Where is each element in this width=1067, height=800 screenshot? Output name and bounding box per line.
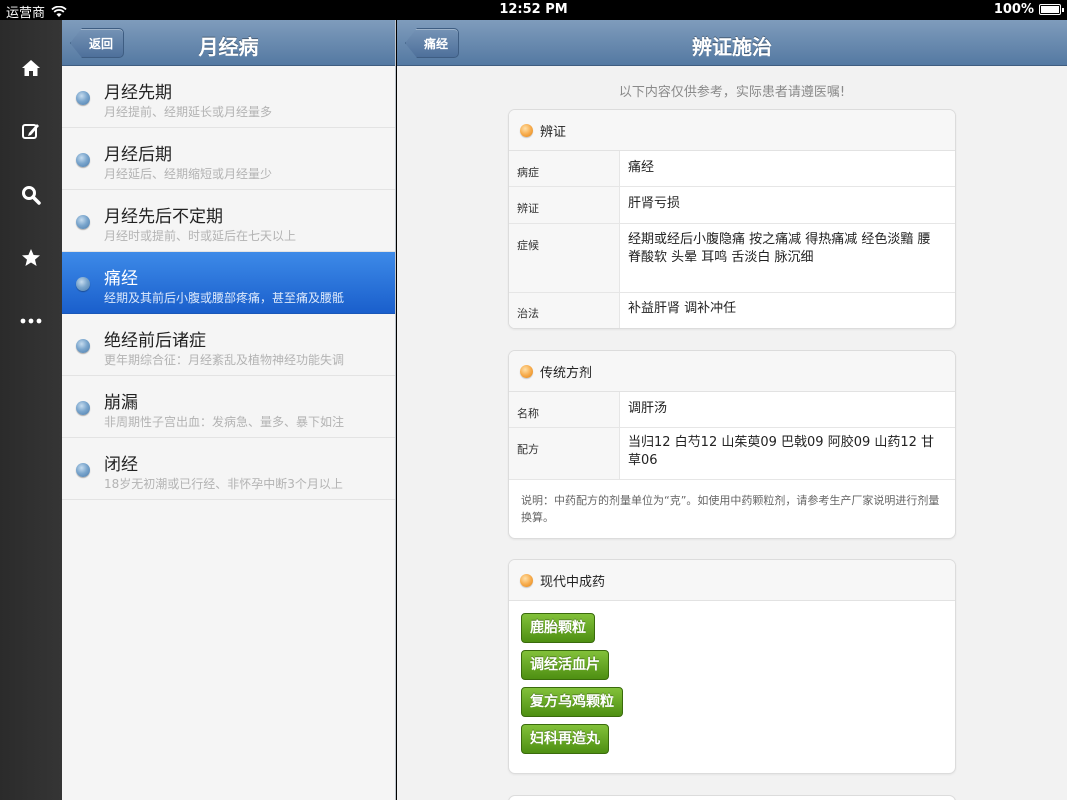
list-item-title: 痛经 bbox=[104, 269, 138, 289]
section-bullet-icon bbox=[520, 573, 533, 587]
kv-value: 当归12 白芍12 山茱萸09 巴戟09 阿胶09 山药12 甘草06 bbox=[628, 435, 935, 468]
detail-panel: 痛经 辨证施治 以下内容仅供参考，实际患者请遵医嘱! 辨证 病症 痛经 辨证 肝… bbox=[397, 20, 1067, 800]
kv-value: 补益肝肾 调补冲任 bbox=[628, 301, 737, 316]
dock-home-button[interactable] bbox=[0, 48, 62, 88]
list-item-title: 崩漏 bbox=[104, 393, 138, 413]
kv-value: 经期或经后小腹隐痛 按之痛减 得热痛减 经色淡黯 腰脊酸软 头晕 耳鸣 舌淡白 … bbox=[628, 232, 931, 265]
list-item-subtitle: 更年期综合征：月经紊乱及植物神经功能失调 bbox=[104, 353, 345, 367]
list-item-selected[interactable]: 痛经 经期及其前后小腹或腰部疼痛，甚至痛及腰骶 bbox=[62, 252, 395, 314]
bullet-icon bbox=[76, 91, 90, 105]
kv-row: 配方 当归12 白芍12 山茱萸09 巴戟09 阿胶09 山药12 甘草06 bbox=[509, 428, 955, 480]
bullet-icon bbox=[76, 153, 90, 167]
list-item-subtitle: 月经延后、经期缩短或月经量少 bbox=[104, 167, 273, 181]
search-icon bbox=[22, 186, 41, 205]
kv-row: 病症 痛经 bbox=[509, 151, 955, 187]
kv-key: 病症 bbox=[509, 151, 620, 186]
disease-list: 月经先期 月经提前、经期延长或月经量多 月经后期 月经延后、经期缩短或月经量少 … bbox=[62, 66, 395, 500]
bullet-icon bbox=[76, 401, 90, 415]
battery-status: 100% bbox=[993, 2, 1064, 17]
list-item[interactable]: 闭经 18岁无初潮或已行经、非怀孕中断3个月以上 bbox=[62, 438, 395, 500]
bullet-icon bbox=[76, 463, 90, 477]
star-icon bbox=[22, 249, 40, 266]
list-item[interactable]: 月经先后不定期 月经时或提前、时或延后在七天以上 bbox=[62, 190, 395, 252]
card-header: 现代中成药 bbox=[509, 560, 955, 601]
battery-icon bbox=[1039, 4, 1064, 15]
section-bullet-icon bbox=[520, 364, 533, 378]
list-item-title: 闭经 bbox=[104, 455, 138, 475]
status-bar: 运营商 12:52 PM 100% bbox=[0, 0, 1067, 21]
dock-favorites-button[interactable] bbox=[0, 238, 62, 278]
kv-value: 肝肾亏损 bbox=[628, 196, 681, 211]
disclaimer-text: 以下内容仅供参考，实际患者请遵医嘱! bbox=[618, 85, 846, 100]
formula-card: 传统方剂 名称 调肝汤 配方 当归12 白芍12 山茱萸09 巴戟09 阿胶09… bbox=[508, 350, 956, 539]
dock-edit-button[interactable] bbox=[0, 111, 62, 151]
kv-key: 治法 bbox=[509, 293, 620, 328]
edit-icon bbox=[22, 124, 39, 139]
section-bullet-icon bbox=[520, 123, 533, 137]
list-item[interactable]: 绝经前后诸症 更年期综合征：月经紊乱及植物神经功能失调 bbox=[62, 314, 395, 376]
list-item-subtitle: 经期及其前后小腹或腰部疼痛，甚至痛及腰骶 bbox=[104, 291, 345, 305]
patent-medicine-card: 现代中成药 鹿胎颗粒 调经活血片 复方乌鸡颗粒 妇科再造丸 bbox=[508, 559, 956, 774]
list-item-subtitle: 18岁无初潮或已行经、非怀孕中断3个月以上 bbox=[104, 477, 343, 491]
card-header: 辨证 bbox=[509, 110, 955, 151]
kv-row: 症候 经期或经后小腹隐痛 按之痛减 得热痛减 经色淡黯 腰脊酸软 头晕 耳鸣 舌… bbox=[509, 224, 955, 293]
card-heading: 现代中成药 bbox=[540, 574, 606, 590]
kv-key: 症候 bbox=[509, 224, 620, 292]
list-item-title: 绝经前后诸症 bbox=[104, 331, 206, 351]
medicine-button[interactable]: 妇科再造丸 bbox=[521, 724, 609, 754]
kv-key: 名称 bbox=[509, 392, 620, 427]
kv-value: 痛经 bbox=[628, 160, 655, 175]
battery-percent: 100% bbox=[993, 2, 1034, 17]
kv-key: 配方 bbox=[509, 428, 620, 479]
bullet-icon bbox=[76, 215, 90, 229]
list-item-title: 月经先后不定期 bbox=[104, 207, 223, 227]
kv-key: 辨证 bbox=[509, 187, 620, 223]
detail-navbar: 痛经 辨证施治 bbox=[397, 20, 1067, 66]
kv-row: 名称 调肝汤 bbox=[509, 392, 955, 428]
list-item-subtitle: 月经时或提前、时或延后在七天以上 bbox=[104, 229, 297, 243]
medicine-button-list: 鹿胎颗粒 调经活血片 复方乌鸡颗粒 妇科再造丸 bbox=[509, 601, 955, 766]
kv-value: 调肝汤 bbox=[628, 401, 668, 416]
side-dock bbox=[0, 20, 62, 800]
master-panel: 返回 月经病 月经先期 月经提前、经期延长或月经量多 月经后期 月经延后、经期缩… bbox=[62, 20, 396, 800]
list-item-subtitle: 非周期性子宫出血：发病急、量多、暴下如注 bbox=[104, 415, 345, 429]
dosage-note: 说明：中药配方的剂量单位为“克”。如使用中药颗粒剂，请参考生产厂家说明进行剂量换… bbox=[521, 494, 940, 524]
kv-row: 辨证 肝肾亏损 bbox=[509, 187, 955, 224]
dock-search-button[interactable] bbox=[0, 175, 62, 215]
master-title: 月经病 bbox=[198, 35, 259, 59]
more-icon bbox=[20, 318, 42, 324]
home-icon bbox=[22, 60, 40, 76]
clock: 12:52 PM bbox=[499, 2, 568, 17]
list-item[interactable]: 崩漏 非周期性子宫出血：发病急、量多、暴下如注 bbox=[62, 376, 395, 438]
bullet-icon bbox=[76, 277, 90, 291]
dock-more-button[interactable] bbox=[0, 301, 62, 341]
master-navbar: 返回 月经病 bbox=[62, 20, 395, 66]
diagnosis-card: 辨证 病症 痛经 辨证 肝肾亏损 症候 经期或经后小腹隐痛 按之痛减 得热痛减 … bbox=[508, 109, 956, 329]
card-heading: 辨证 bbox=[540, 124, 567, 140]
list-item[interactable]: 月经后期 月经延后、经期缩短或月经量少 bbox=[62, 128, 395, 190]
card-heading: 传统方剂 bbox=[540, 365, 593, 381]
next-card bbox=[508, 795, 956, 800]
list-item-title: 月经后期 bbox=[104, 145, 172, 165]
medicine-button[interactable]: 复方乌鸡颗粒 bbox=[521, 687, 623, 717]
list-item-title: 月经先期 bbox=[104, 83, 172, 103]
medicine-button[interactable]: 调经活血片 bbox=[521, 650, 609, 680]
card-header: 传统方剂 bbox=[509, 351, 955, 392]
list-item-subtitle: 月经提前、经期延长或月经量多 bbox=[104, 105, 273, 119]
detail-title: 辨证施治 bbox=[692, 35, 772, 59]
medicine-button[interactable]: 鹿胎颗粒 bbox=[521, 613, 595, 643]
kv-row: 治法 补益肝肾 调补冲任 bbox=[509, 293, 955, 328]
list-item[interactable]: 月经先期 月经提前、经期延长或月经量多 bbox=[62, 66, 395, 128]
bullet-icon bbox=[76, 339, 90, 353]
